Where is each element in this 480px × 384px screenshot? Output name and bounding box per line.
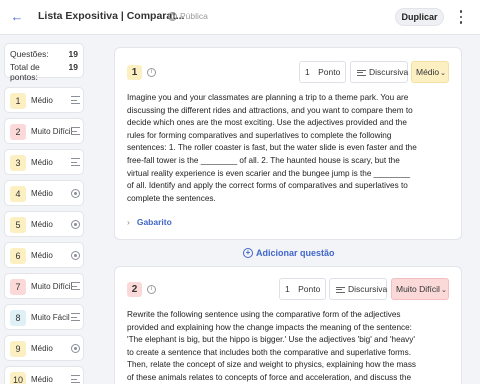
text-lines-icon [71,158,80,167]
text-lines-icon [71,96,80,105]
points-field[interactable]: 1 Ponto [299,61,346,83]
difficulty-label: Médio [416,67,440,77]
multiple-choice-icon [71,251,80,260]
question-nav-item[interactable]: 10 Médio [4,366,84,384]
question-nav-number: 8 [10,310,26,326]
page-title: Lista Expositiva | Comparat... [38,10,185,22]
question-nav-number: 6 [10,248,26,264]
question-nav-number: 5 [10,217,26,233]
question-type-selector[interactable]: Discursiva [350,61,408,83]
question-number-badge: 2 [127,282,142,297]
text-lines-icon [71,127,80,136]
question-nav-difficulty: Médio [31,158,53,167]
info-icon[interactable]: i [147,68,156,77]
question-nav-number: 10 [10,372,26,384]
question-nav-difficulty: Médio [31,344,53,353]
question-nav-difficulty: Médio [31,220,53,229]
question-nav-difficulty: Muito Difícil [31,282,72,291]
question-nav-number: 4 [10,186,26,202]
more-options-icon[interactable] [457,9,465,25]
question-nav-item[interactable]: 9 Médio [4,335,84,361]
summary-panel: Questões: 19 Total de pontos: 19 [4,43,84,82]
question-nav-difficulty: Muito Fácil [31,313,70,322]
text-lines-icon [357,68,366,77]
multiple-choice-icon [71,344,80,353]
add-question-button[interactable]: + Adicionar questão [243,248,335,258]
answer-key-toggle[interactable]: › Gabarito [127,217,172,227]
question-nav-item[interactable]: 5 Médio [4,211,84,237]
question-nav-difficulty: Muito Difícil [31,127,72,136]
text-lines-icon [71,375,80,384]
points-field[interactable]: 1 Ponto [279,278,326,300]
chevron-down-icon: ⌄ [440,287,447,294]
duplicate-button[interactable]: Duplicar [395,8,444,26]
total-points-label: Total de pontos: [10,62,40,82]
question-nav-number: 7 [10,279,26,295]
info-icon[interactable]: i [147,285,156,294]
question-nav-difficulty: Médio [31,189,53,198]
question-nav-item[interactable]: 6 Médio [4,242,84,268]
question-type-label: Discursiva [369,67,409,77]
total-points-value: 19 [68,62,78,72]
question-type-label: Discursiva [348,284,388,294]
question-nav-item[interactable]: 1 Médio [4,87,84,113]
back-arrow-icon[interactable]: ← [9,9,25,25]
text-lines-icon [71,313,80,322]
multiple-choice-icon [71,189,80,198]
question-nav-item[interactable]: 8 Muito Fácil [4,304,84,330]
question-nav-difficulty: Médio [31,96,53,105]
question-card: 2 i 1 Ponto Discursiva Muito Difícil⌄ Re… [114,266,462,384]
visibility-label: Pública [180,11,208,21]
top-bar: ← Lista Expositiva | Comparat... Pública… [0,0,480,35]
add-question-label: Adicionar questão [256,248,335,258]
question-text: Imagine you and your classmates are plan… [127,93,417,203]
question-number-badge: 1 [127,65,142,80]
question-text: Rewrite the following sentence using the… [127,310,417,382]
difficulty-selector[interactable]: Muito Difícil⌄ [391,278,449,300]
question-nav-item[interactable]: 7 Muito Difícil [4,273,84,299]
question-nav-number: 1 [10,93,26,109]
question-nav-difficulty: Médio [31,375,53,384]
question-nav-number: 9 [10,341,26,357]
text-lines-icon [336,285,345,294]
points-value: 1 [285,284,290,294]
difficulty-label: Muito Difícil [396,284,440,294]
questions-count-label: Questões: [10,49,49,59]
text-lines-icon [71,282,80,291]
globe-icon [168,11,177,21]
questions-count-value: 19 [68,49,78,59]
question-nav-item[interactable]: 4 Médio [4,180,84,206]
question-type-selector[interactable]: Discursiva [329,278,387,300]
visibility-indicator: Pública [168,11,208,21]
question-nav-number: 3 [10,155,26,171]
question-nav-item[interactable]: 2 Muito Difícil [4,118,84,144]
points-label: Ponto [318,67,341,77]
question-nav-item[interactable]: 3 Médio [4,149,84,175]
question-card: 1 i 1 Ponto Discursiva Médio⌄ Imagine yo… [114,47,462,240]
points-value: 1 [305,67,310,77]
difficulty-selector[interactable]: Médio⌄ [411,61,449,83]
multiple-choice-icon [71,220,80,229]
plus-circle-icon: + [243,248,253,258]
chevron-right-icon: › [127,217,130,227]
points-label: Ponto [298,284,321,294]
question-nav-difficulty: Médio [31,251,53,260]
question-nav-number: 2 [10,124,26,140]
answer-key-label: Gabarito [136,217,172,227]
chevron-down-icon: ⌄ [440,70,447,77]
